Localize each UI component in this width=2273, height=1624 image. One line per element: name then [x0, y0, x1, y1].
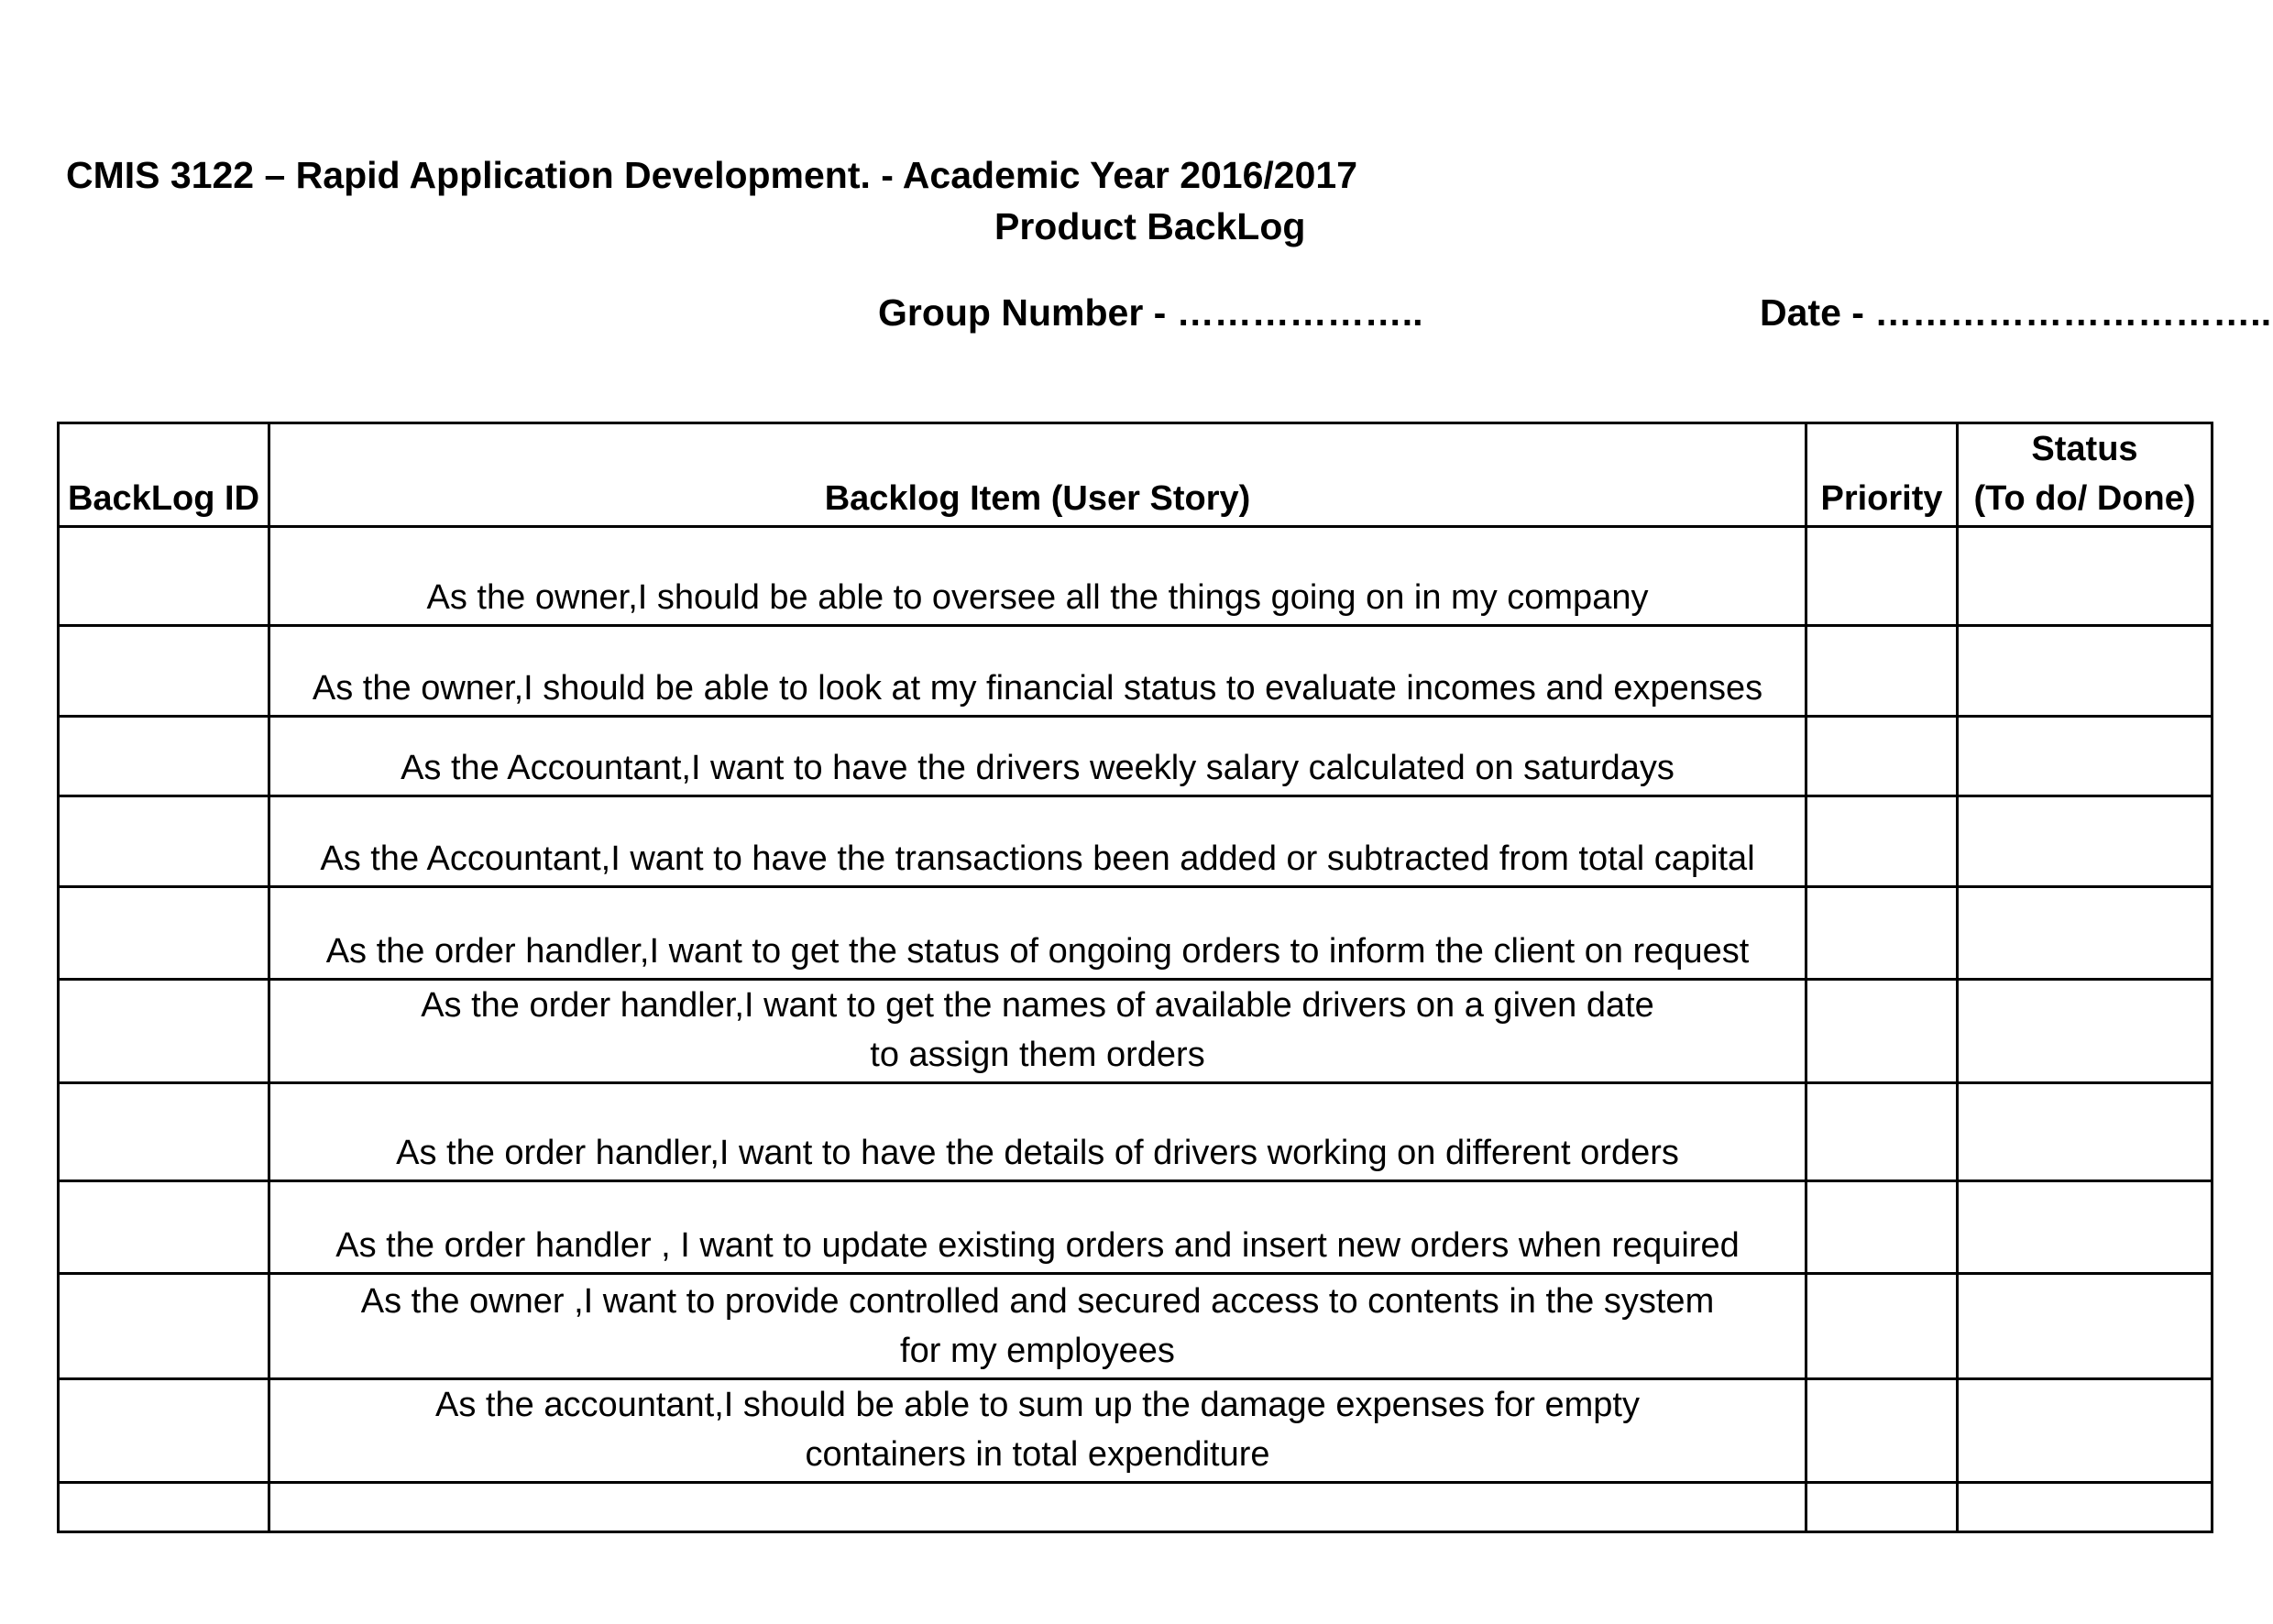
- backlog-id-cell: [57, 885, 270, 981]
- backlog-item-cell: As the order handler , I want to update …: [268, 1180, 1807, 1275]
- status-header-line-2: (To do/ Done): [1973, 479, 2196, 518]
- backlog-id-cell: [57, 1272, 270, 1380]
- user-story-text: As the Accountant,I want to have the tra…: [320, 839, 1755, 878]
- backlog-item-cell: As the accountant,I should be able to su…: [268, 1377, 1807, 1484]
- user-story-text: to assign them orders: [870, 1036, 1205, 1074]
- table-header-row: BackLog ID Backlog Item (User Story) Pri…: [57, 422, 2213, 528]
- date-field: Date - …………………………...: [1760, 291, 2273, 334]
- priority-cell: [1805, 978, 1959, 1084]
- course-title: CMIS 3122 – Rapid Application Developmen…: [66, 154, 1358, 196]
- backlog-id-cell: [57, 795, 270, 888]
- column-header-backlog-item: Backlog Item (User Story): [268, 422, 1807, 528]
- status-cell: [1956, 1481, 2213, 1533]
- table-body: As the owner,I should be able to oversee…: [57, 525, 2213, 1533]
- backlog-item-cell: As the order handler,I want to get the n…: [268, 978, 1807, 1084]
- priority-cell: [1805, 1377, 1959, 1484]
- backlog-item-cell: [268, 1481, 1807, 1533]
- table-row: As the order handler,I want to get the n…: [57, 978, 2213, 1084]
- status-header-line-1: Status: [2031, 430, 2138, 468]
- status-cell: [1956, 1377, 2213, 1484]
- status-cell: [1956, 525, 2213, 627]
- priority-cell: [1805, 1081, 1959, 1182]
- table-row: As the owner,I should be able to look at…: [57, 624, 2213, 718]
- table-row: As the order handler , I want to update …: [57, 1180, 2213, 1275]
- status-cell: [1956, 715, 2213, 797]
- table-row: As the accountant,I should be able to su…: [57, 1377, 2213, 1484]
- column-header-status: Status (To do/ Done): [1956, 422, 2213, 528]
- backlog-item-cell: As the Accountant,I want to have the tra…: [268, 795, 1807, 888]
- priority-cell: [1805, 715, 1959, 797]
- backlog-id-cell: [57, 1377, 270, 1484]
- priority-cell: [1805, 525, 1959, 627]
- status-cell: [1956, 1180, 2213, 1275]
- priority-cell: [1805, 795, 1959, 888]
- status-cell: [1956, 795, 2213, 888]
- priority-cell: [1805, 1180, 1959, 1275]
- backlog-item-cell: As the owner,I should be able to oversee…: [268, 525, 1807, 627]
- product-backlog-table: BackLog ID Backlog Item (User Story) Pri…: [57, 422, 2213, 1533]
- backlog-item-cell: As the order handler,I want to get the s…: [268, 885, 1807, 981]
- table-row: As the owner ,I want to provide controll…: [57, 1272, 2213, 1380]
- priority-cell: [1805, 1272, 1959, 1380]
- user-story-text: As the owner ,I want to provide controll…: [360, 1282, 1715, 1321]
- backlog-id-cell: [57, 715, 270, 797]
- user-story-text: As the order handler,I want to get the s…: [325, 932, 1750, 971]
- table-row: As the owner,I should be able to oversee…: [57, 525, 2213, 627]
- user-story-text: containers in total expenditure: [805, 1435, 1270, 1474]
- user-story-text: As the order handler , I want to update …: [335, 1226, 1740, 1265]
- user-story-text: As the owner,I should be able to oversee…: [426, 578, 1649, 617]
- backlog-id-cell: [57, 978, 270, 1084]
- priority-cell: [1805, 885, 1959, 981]
- priority-cell: [1805, 624, 1959, 718]
- user-story-text: As the order handler,I want to get the n…: [421, 986, 1654, 1025]
- table-row: As the order handler,I want to get the s…: [57, 885, 2213, 981]
- backlog-id-cell: [57, 624, 270, 718]
- user-story-text: As the owner,I should be able to look at…: [312, 669, 1763, 708]
- backlog-id-cell: [57, 525, 270, 627]
- status-cell: [1956, 978, 2213, 1084]
- column-header-priority: Priority: [1805, 422, 1959, 528]
- backlog-id-cell: [57, 1481, 270, 1533]
- user-story-text: As the accountant,I should be able to su…: [435, 1386, 1640, 1424]
- user-story-text: As the order handler,I want to have the …: [396, 1134, 1679, 1172]
- status-cell: [1956, 1081, 2213, 1182]
- user-story-text: for my employees: [900, 1332, 1175, 1370]
- status-cell: [1956, 885, 2213, 981]
- status-cell: [1956, 624, 2213, 718]
- document-title: Product BackLog: [994, 205, 1306, 247]
- status-cell: [1956, 1272, 2213, 1380]
- backlog-item-cell: As the Accountant,I want to have the dri…: [268, 715, 1807, 797]
- priority-cell: [1805, 1481, 1959, 1533]
- column-header-backlog-id: BackLog ID: [57, 422, 270, 528]
- table-row: As the order handler,I want to have the …: [57, 1081, 2213, 1182]
- backlog-item-cell: As the owner ,I want to provide controll…: [268, 1272, 1807, 1380]
- table-row: As the Accountant,I want to have the tra…: [57, 795, 2213, 888]
- backlog-id-cell: [57, 1180, 270, 1275]
- backlog-item-cell: As the owner,I should be able to look at…: [268, 624, 1807, 718]
- group-number-field: Group Number - ………………..: [878, 291, 1423, 334]
- table-row: [57, 1481, 2213, 1533]
- user-story-text: As the Accountant,I want to have the dri…: [401, 749, 1675, 787]
- backlog-id-cell: [57, 1081, 270, 1182]
- table-row: As the Accountant,I want to have the dri…: [57, 715, 2213, 797]
- backlog-item-cell: As the order handler,I want to have the …: [268, 1081, 1807, 1182]
